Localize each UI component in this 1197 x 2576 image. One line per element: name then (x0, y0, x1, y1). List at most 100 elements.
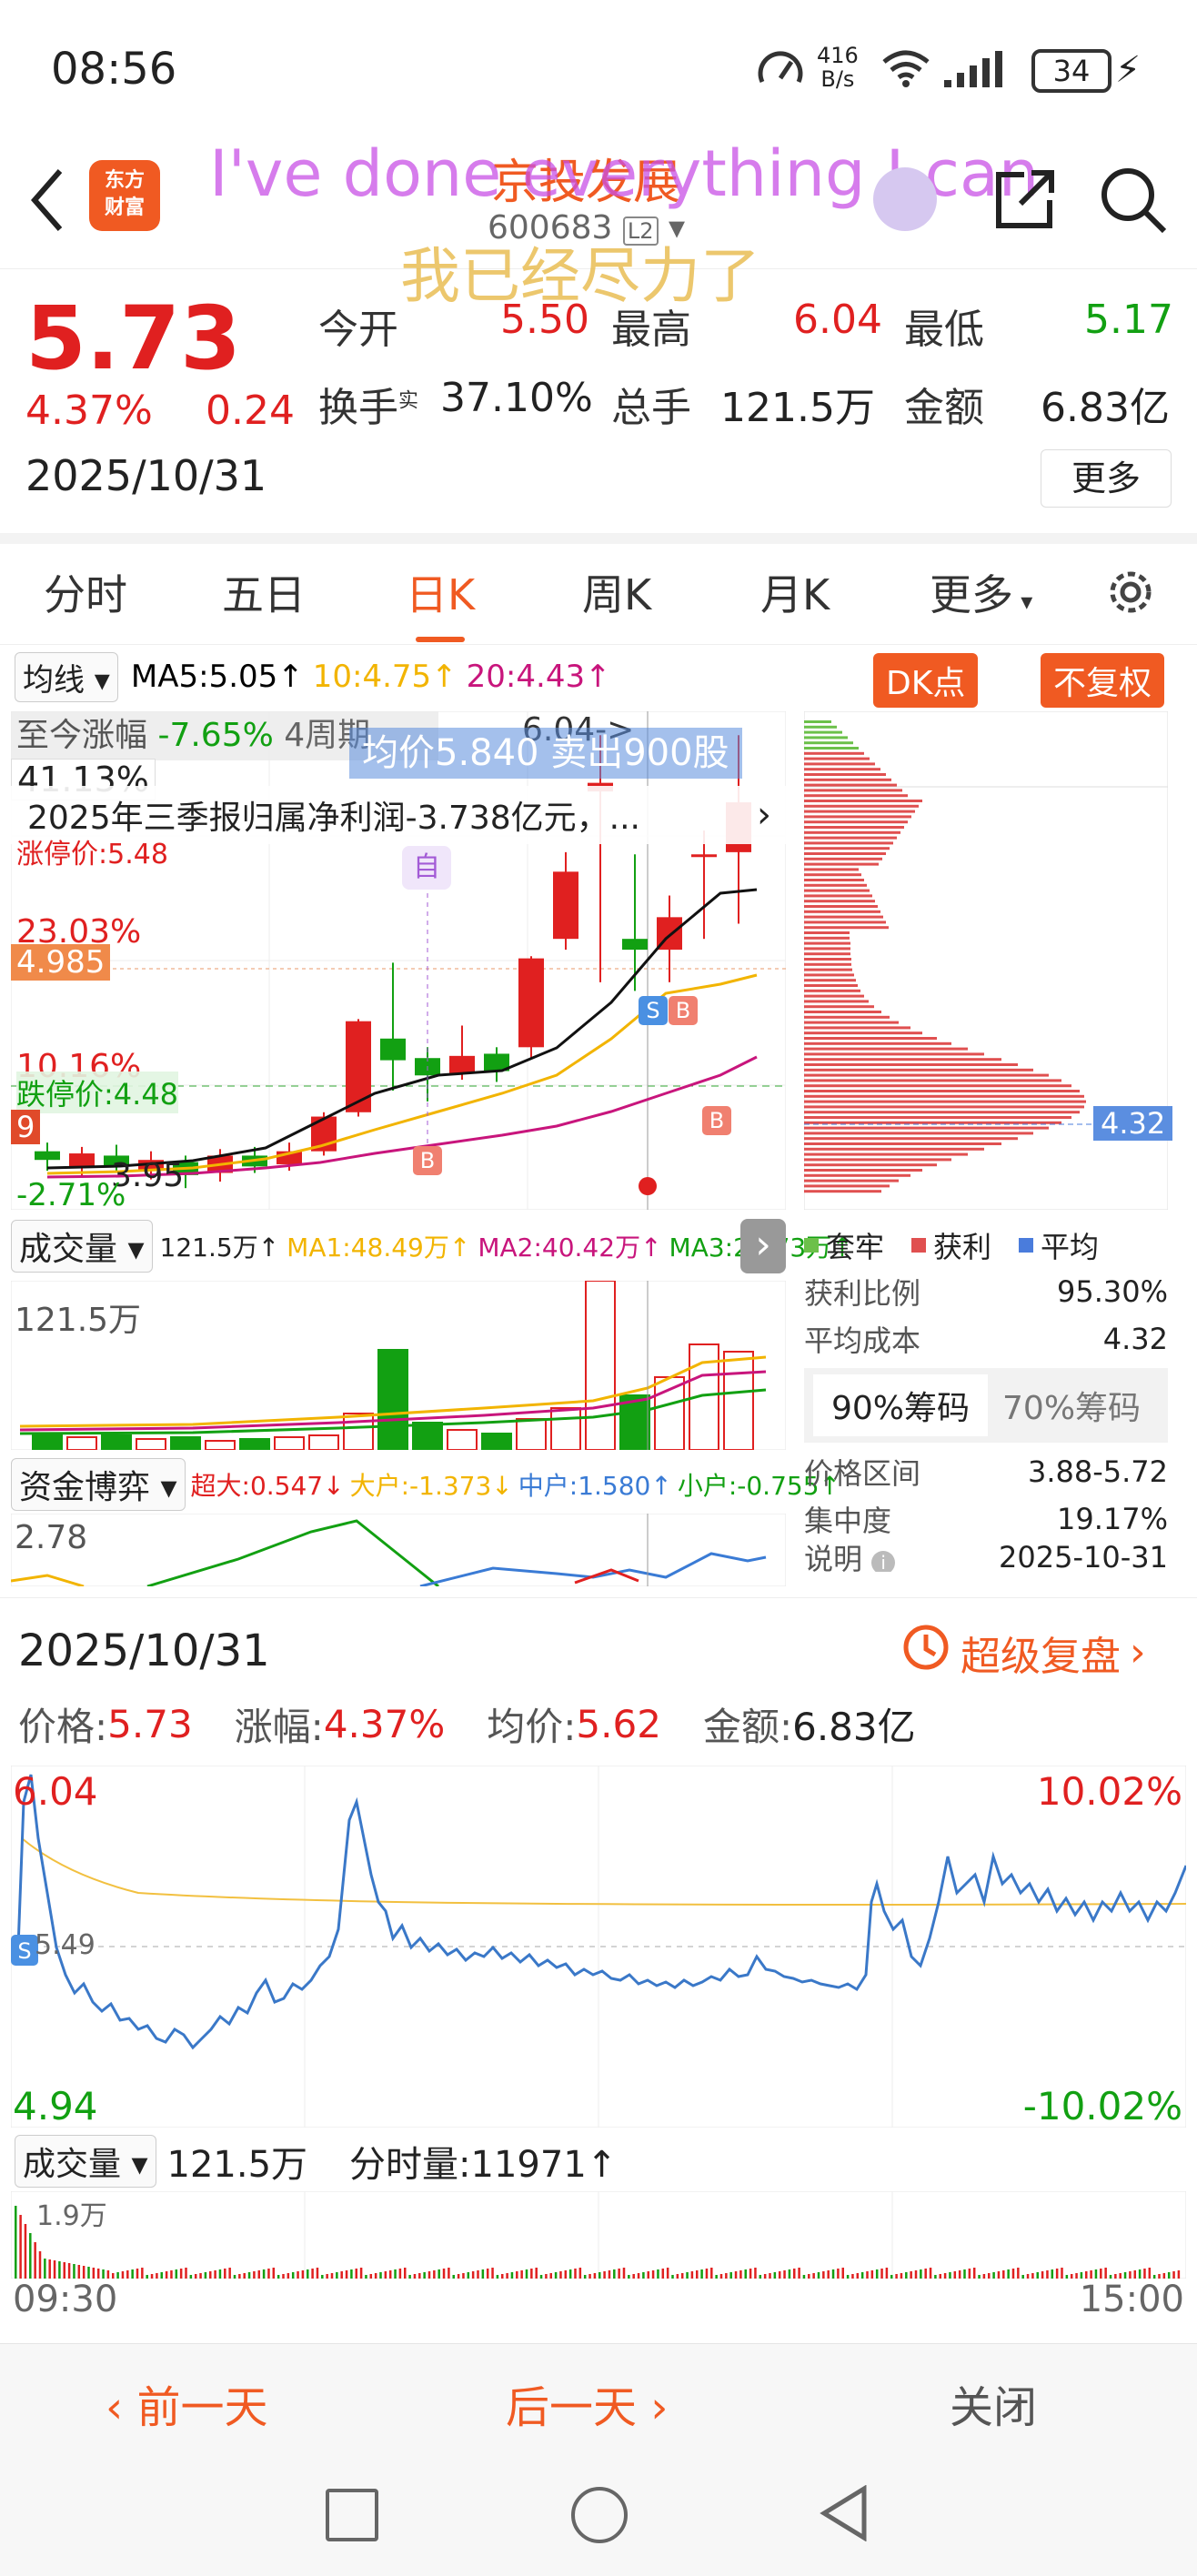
intraday-volume-bar (769, 2273, 771, 2279)
intraday-volume-bar (647, 2271, 649, 2279)
tab-chip-90[interactable]: 90%筹码 (813, 1374, 989, 1436)
kline-chart[interactable]: S B B B 至今涨幅 -7.65% 4周期 6.04-> 均价5.840 卖… (10, 710, 787, 1213)
candle-body (691, 854, 717, 858)
tab-monthly-k[interactable]: 月K (760, 562, 830, 622)
super-replay-button[interactable]: 超级复盘 › (900, 1622, 1146, 1683)
intraday-volume-bar (170, 2270, 173, 2279)
candle-body (69, 1153, 95, 1167)
volume-bar (412, 1422, 443, 1451)
tab-five-day[interactable]: 五日 (222, 562, 306, 622)
intraday-volume-axis: 1.9万 (36, 2200, 107, 2232)
search-icon[interactable] (1097, 164, 1170, 240)
svg-text:B: B (676, 998, 690, 1023)
tab-daily-k[interactable]: 日K (406, 562, 475, 642)
share-icon[interactable] (988, 164, 1061, 240)
intraday-volume-bar (895, 2274, 898, 2279)
intraday-volume-bar (311, 2269, 314, 2279)
intraday-volume-bar (880, 2269, 883, 2279)
intraday-volume-bar (1090, 2270, 1092, 2279)
profit-ratio-value: 95.30% (1056, 1274, 1168, 1309)
intraday-volume-select[interactable]: 成交量 ▾ (15, 2135, 156, 2188)
intraday-volume-bar (77, 2265, 81, 2279)
chip-bar (804, 1031, 922, 1035)
intraday-volume-bar (179, 2269, 183, 2279)
intraday-volume-bar (773, 2272, 777, 2279)
intraday-volume-bar (457, 2274, 460, 2279)
intraday-volume-bar (194, 2274, 197, 2279)
tab-chip-70[interactable]: 70%筹码 (1002, 1382, 1141, 1429)
chevron-right-icon: › (1130, 1629, 1146, 1675)
intraday-volume-bar (622, 2268, 626, 2279)
intraday-volume-bar (394, 2269, 397, 2279)
intraday-volume-bar (603, 2271, 606, 2279)
info-icon[interactable]: i (871, 1551, 896, 1572)
avatar[interactable] (873, 167, 937, 231)
note-date: 2025-10-31 (999, 1543, 1168, 1572)
intraday-amount: 6.83亿 (792, 1705, 916, 1749)
dk-point-button[interactable]: DK点 (873, 653, 979, 708)
back-icon[interactable] (27, 164, 67, 240)
recents-icon[interactable] (326, 2489, 378, 2541)
intraday-volume-bar (1148, 2268, 1152, 2279)
intraday-volume-bar (1070, 2274, 1073, 2279)
next-day-button[interactable]: 后一天 › (506, 2371, 668, 2435)
self-tag: 自 (402, 846, 451, 890)
intraday-volume-bar (87, 2267, 90, 2279)
battery-level: 34 (1052, 54, 1091, 88)
intraday-volume-bar (141, 2268, 144, 2279)
app-logo: 东方 财富 (89, 160, 160, 231)
intraday-volume-bar (875, 2269, 879, 2279)
chip-bar (804, 1005, 874, 1009)
chip-bar (804, 1058, 1001, 1062)
chip-bar (804, 962, 851, 966)
intraday-volume-bar (1017, 2268, 1020, 2279)
chip-stats: 套牢 获利 平均 获利比例 95.30% 平均成本 4.32 90%筹码 70%筹码… (804, 1223, 1168, 1572)
back-nav-icon[interactable] (819, 2484, 870, 2545)
intraday-volume-bar (1036, 2272, 1039, 2279)
settings-gear-icon[interactable] (1102, 564, 1159, 624)
intraday-volume-bar (326, 2274, 328, 2279)
chip-bar (804, 921, 886, 924)
avg-cost-tag: 4.32 (1093, 1106, 1173, 1141)
chip-bar (804, 720, 831, 723)
chip-bar (804, 783, 897, 787)
intraday-volume-bar (885, 2268, 889, 2279)
tab-intraday[interactable]: 分时 (44, 562, 127, 622)
intraday-volume-bar (1100, 2269, 1102, 2279)
intraday-volume-bar (1061, 2268, 1063, 2279)
tab-weekly-k[interactable]: 周K (582, 562, 651, 622)
intraday-volume-bar (719, 2274, 723, 2279)
low-label: 最低 (904, 307, 984, 353)
intraday-volume-bar (988, 2273, 991, 2279)
close-button[interactable]: 关闭 (950, 2371, 1037, 2435)
intraday-volume-bar (340, 2271, 343, 2279)
fund-chart: 2.78 (10, 1513, 787, 1588)
ma-select[interactable]: 均线 ▾ (15, 651, 118, 702)
intraday-chart[interactable]: S 6.04 10.02% 5.49 4.94 -10.02% (10, 1765, 1188, 2128)
legend-trapped-swatch (804, 1238, 819, 1253)
chevron-right-icon: › (637, 2382, 669, 2433)
more-button[interactable]: 更多 (1041, 449, 1172, 508)
prev-day-button[interactable]: ‹ 前一天 (106, 2371, 267, 2435)
intraday-volume-bar (336, 2272, 338, 2279)
intraday-volume-bar (822, 2271, 825, 2279)
no-adjust-button[interactable]: 不复权 (1041, 653, 1165, 708)
chip-bar (804, 894, 872, 898)
chip-bar (804, 994, 864, 998)
chip-bar (804, 868, 859, 871)
chip-bar (804, 847, 890, 850)
home-icon[interactable] (571, 2487, 628, 2543)
tab-more[interactable]: 更多 ▾ (930, 562, 1032, 622)
intraday-volume-bar (277, 2275, 280, 2279)
fund-select[interactable]: 资金博弈 ▾ (11, 1458, 186, 1511)
volume-bar (239, 1438, 270, 1451)
intraday-volume-bar (924, 2269, 927, 2279)
intraday-volume-bar (1085, 2271, 1088, 2279)
chip-bar (804, 1015, 890, 1019)
collapse-panel-icon[interactable]: › (740, 1219, 786, 1273)
intraday-volume-bar (297, 2271, 299, 2279)
intraday-volume-bar (477, 2270, 479, 2279)
volume-select[interactable]: 成交量 ▾ (11, 1220, 153, 1273)
avg-cost-label: 平均成本 (804, 1323, 921, 1358)
chip-bar (804, 952, 850, 956)
